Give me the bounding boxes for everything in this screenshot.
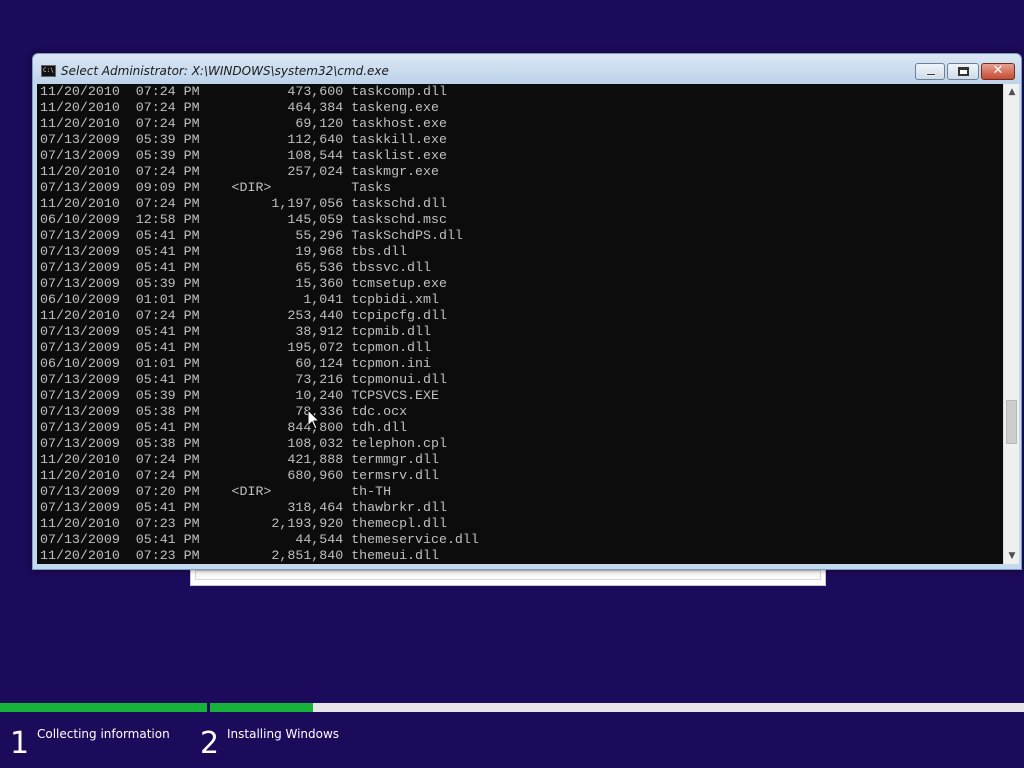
- console-line: 07/13/2009 05:39 PM 112,640 taskkill.exe: [40, 132, 447, 147]
- setup-dialog-inner-panel: [195, 570, 821, 580]
- console-line: 11/20/2010 07:24 PM 421,888 termmgr.dll: [40, 452, 439, 467]
- console-line: 06/10/2009 01:01 PM 1,041 tcpbidi.xml: [40, 292, 439, 307]
- console-line: 07/13/2009 05:41 PM 844,800 tdh.dll: [40, 420, 408, 435]
- console-line: 11/20/2010 07:24 PM 253,440 tcpipcfg.dll: [40, 308, 447, 323]
- console-line: 07/13/2009 05:38 PM 108,032 telephon.cpl: [40, 436, 447, 451]
- console-line: 07/13/2009 05:41 PM 195,072 tcpmon.dll: [40, 340, 431, 355]
- console-line: 07/13/2009 05:41 PM 55,296 TaskSchdPS.dl…: [40, 228, 463, 243]
- console-line: 11/20/2010 07:24 PM 680,960 termsrv.dll: [40, 468, 439, 483]
- cmd-window[interactable]: C:\ Select Administrator: X:\WINDOWS\sys…: [32, 53, 1022, 570]
- console-line: 07/13/2009 05:39 PM 108,544 tasklist.exe: [40, 148, 447, 163]
- console-line: 07/13/2009 07:20 PM <DIR> th-TH: [40, 484, 392, 499]
- console-line: 07/13/2009 05:39 PM 10,240 TCPSVCS.EXE: [40, 388, 439, 403]
- console-line: 11/20/2010 07:24 PM 464,384 taskeng.exe: [40, 100, 439, 115]
- console-line: 11/20/2010 07:24 PM 257,024 taskmgr.exe: [40, 164, 439, 179]
- step-1-label: Collecting information: [37, 727, 170, 741]
- step-2-number: 2: [200, 726, 220, 761]
- cmd-icon: C:\: [41, 65, 56, 77]
- console-line: 07/13/2009 05:41 PM 318,464 thawbrkr.dll: [40, 500, 447, 515]
- console-line: 11/20/2010 07:24 PM 1,197,056 taskschd.d…: [40, 196, 447, 211]
- scroll-down-arrow-icon[interactable]: ▼: [1004, 548, 1020, 564]
- console-line: 06/10/2009 12:58 PM 145,059 taskschd.msc: [40, 212, 447, 227]
- console-line: 11/20/2010 07:24 PM 473,600 taskcomp.dll: [40, 84, 447, 99]
- console-line: 07/13/2009 09:09 PM <DIR> Tasks: [40, 180, 392, 195]
- console-line: 06/10/2009 01:01 PM 60,124 tcpmon.ini: [40, 356, 431, 371]
- console-line: 11/20/2010 07:24 PM 69,120 taskhost.exe: [40, 116, 447, 131]
- console-line: 11/20/2010 07:23 PM 2,193,920 themecpl.d…: [40, 516, 447, 531]
- step-1-number: 1: [10, 726, 30, 761]
- console-line: 07/13/2009 05:41 PM 38,912 tcpmib.dll: [40, 324, 431, 339]
- title-bar[interactable]: C:\ Select Administrator: X:\WINDOWS\sys…: [33, 54, 1021, 84]
- window-title: Select Administrator: X:\WINDOWS\system3…: [61, 64, 389, 78]
- console-output[interactable]: 11/20/2010 07:24 PM 473,600 taskcomp.dll…: [37, 84, 1003, 564]
- maximize-button[interactable]: [947, 63, 979, 80]
- console-line: 07/13/2009 05:38 PM 78,336 tdc.ocx: [40, 404, 408, 419]
- console-line: 07/13/2009 05:41 PM 73,216 tcpmonui.dll: [40, 372, 447, 387]
- scrollbar-thumb[interactable]: [1006, 400, 1017, 444]
- console-line: 07/13/2009 05:41 PM 19,968 tbs.dll: [40, 244, 408, 259]
- console-line: 11/20/2010 07:23 PM 2,851,840 themeui.dl…: [40, 548, 439, 563]
- console-line: 07/13/2009 05:41 PM 65,536 tbssvc.dll: [40, 260, 431, 275]
- console-line: 07/13/2009 05:41 PM 44,544 themeservice.…: [40, 532, 479, 547]
- progress-step-1-fill: [0, 703, 207, 712]
- minimize-button[interactable]: [915, 63, 945, 80]
- scroll-up-arrow-icon[interactable]: ▲: [1004, 84, 1020, 100]
- vertical-scrollbar[interactable]: ▲ ▼: [1003, 84, 1019, 564]
- step-2-label: Installing Windows: [227, 727, 340, 741]
- close-icon: ✕: [992, 63, 1004, 78]
- console-line: 07/13/2009 05:39 PM 15,360 tcmsetup.exe: [40, 276, 447, 291]
- close-button[interactable]: ✕: [981, 63, 1015, 80]
- progress-step-2-fill: [210, 703, 313, 712]
